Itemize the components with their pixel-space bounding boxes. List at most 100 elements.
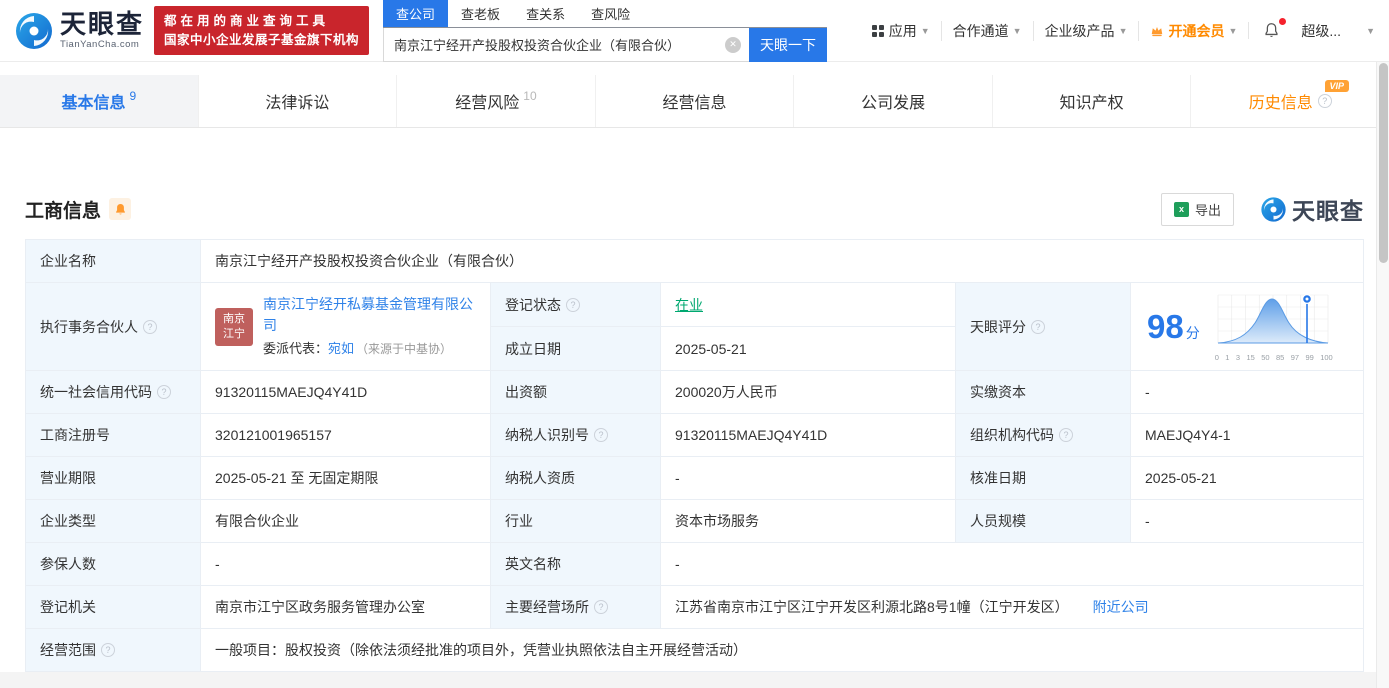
logo-title: 天眼查 [60,9,145,40]
tab-count: 9 [129,89,137,103]
tab-basic-info[interactable]: 基本信息 9 [0,75,199,127]
field-value-reg-number: 320121001965157 [201,414,491,457]
apps-grid-icon [871,24,884,37]
field-value-taxpayer-quality: - [661,457,956,500]
tab-business-info[interactable]: 经营信息 [596,75,795,127]
field-value-staff-size: - [1131,500,1364,543]
menu-enterprise-label: 企业级产品 [1044,22,1115,39]
notification-dot [1279,18,1287,25]
chevron-down-icon [1013,26,1022,36]
field-value-credit-code: 91320115MAEJQ4Y41D [201,371,491,414]
field-label-executive-partner: 执行事务合伙人 [26,283,201,371]
help-icon[interactable] [594,428,608,442]
partner-company-link[interactable]: 南京江宁经开私募基金管理有限公司 [263,294,476,336]
field-value-company-type: 有限合伙企业 [201,500,491,543]
tianyancha-logo[interactable]: 天眼查 TianYanCha.com [14,11,144,51]
tab-label: 法律诉讼 [265,95,330,112]
subscribe-bell-chip[interactable] [109,198,132,220]
tab-label: 公司发展 [861,95,926,112]
tab-company-development[interactable]: 公司发展 [794,75,993,127]
menu-super-label: 超级... [1301,22,1342,39]
help-icon[interactable] [1059,428,1073,442]
chevron-down-icon [1228,26,1237,36]
help-icon[interactable] [143,319,157,334]
bell-icon [115,203,125,214]
export-label: 导出 [1194,202,1221,218]
search-button[interactable]: 天眼一下 [749,27,828,62]
field-value-business-site: 江苏省南京市江宁区江宁开发区利源北路8号1幢（江宁开发区） 附近公司 [661,586,1364,629]
main-content: 工商信息 导出 天眼查 企业名称 南京江宁经开产投股权投资合伙企业（有限合伙） … [0,192,1389,672]
search-tab-boss[interactable]: 查老板 [448,0,513,27]
menu-super-vip[interactable]: 超级... [1290,21,1352,41]
field-label-english-name: 英文名称 [491,543,661,586]
menu-apps[interactable]: 应用 [861,21,941,41]
field-label-insured-count: 参保人数 [26,543,201,586]
help-icon[interactable] [566,297,580,312]
crown-icon [1150,24,1164,38]
score-value: 98 [1147,308,1184,345]
field-label-business-site: 主要经营场所 [491,586,661,629]
notification-bell[interactable] [1248,18,1290,39]
field-value-tyc-score: 98 分 0 1 3 15 50 85 97 99 100 [1131,283,1364,371]
field-label-company-type: 企业类型 [26,500,201,543]
field-value-insured-count: - [201,543,491,586]
menu-apps-label: 应用 [888,22,917,39]
tab-history-info[interactable]: VIP 历史信息 [1191,75,1389,127]
field-value-taxpayer-id: 91320115MAEJQ4Y41D [661,414,956,457]
field-value-org-code: MAEJQ4Y4-1 [1131,414,1364,457]
help-icon[interactable] [157,385,171,399]
partner-company-logo[interactable]: 南京 江宁 [215,307,253,346]
tab-legal-proceedings[interactable]: 法律诉讼 [199,75,398,127]
rep-name-link[interactable]: 宛如 [328,339,354,359]
field-label-taxpayer-quality: 纳税人资质 [491,457,661,500]
page-bottom-strip [0,672,1389,688]
help-icon[interactable] [1317,94,1332,108]
nearby-companies-link[interactable]: 附近公司 [1093,597,1149,617]
excel-icon [1173,201,1189,217]
score-distribution-chart[interactable]: 0 1 3 15 50 85 97 99 100 [1214,291,1334,362]
field-value-english-name: - [661,543,1364,586]
clear-search-icon[interactable] [725,36,742,53]
tab-label: 经营信息 [662,95,727,112]
export-button[interactable]: 导出 [1160,192,1234,226]
logo-domain: TianYanCha.com [60,39,140,51]
rep-source: （来源于中基协） [356,342,453,356]
business-registration-table: 企业名称 南京江宁经开产投股权投资合伙企业（有限合伙） 执行事务合伙人 南京 江… [25,239,1364,672]
field-value-reg-authority: 南京市江宁区政务服务管理办公室 [201,586,491,629]
help-icon[interactable] [594,600,608,614]
field-value-business-term: 2025-05-21 至 无固定期限 [201,457,491,500]
menu-membership-label: 开通会员 [1168,22,1225,39]
field-value-establish-date: 2025-05-21 [661,327,956,371]
search-tab-relation[interactable]: 查关系 [513,0,578,27]
help-icon[interactable] [1031,319,1045,334]
field-label-business-scope: 经营范围 [26,629,201,672]
menu-enterprise-products[interactable]: 企业级产品 [1032,20,1139,41]
field-value-reg-status: 在业 [661,283,956,327]
chevron-down-icon [1119,26,1128,36]
field-label-reg-authority: 登记机关 [26,586,201,629]
score-curve-svg [1217,293,1329,344]
tab-label: 知识产权 [1059,95,1124,112]
field-label-staff-size: 人员规模 [956,500,1131,543]
search-tab-company[interactable]: 查公司 [383,0,449,27]
section-title: 工商信息 [25,200,102,222]
field-label-paid-capital: 实缴资本 [956,371,1131,414]
tab-intellectual-property[interactable]: 知识产权 [993,75,1192,127]
scrollbar-track[interactable] [1376,62,1389,688]
tab-operating-risk[interactable]: 经营风险 10 [397,75,596,127]
menu-open-membership[interactable]: 开通会员 [1138,20,1248,41]
search-tab-risk[interactable]: 查风险 [578,0,643,27]
status-link[interactable]: 在业 [675,295,703,315]
menu-cooperation[interactable]: 合作通道 [940,20,1033,41]
help-icon[interactable] [101,643,115,657]
slogan-line2: 国家中小企业发展子基金旗下机构 [164,32,360,47]
menu-cooperation-label: 合作通道 [952,22,1009,39]
tianyancha-swirl-icon [1261,196,1286,222]
field-label-company-name: 企业名称 [26,240,201,283]
chevron-down-icon[interactable] [1366,26,1375,36]
tab-label: 经营风险 [455,95,520,112]
search-input[interactable] [383,27,750,62]
status-date-stack: 登记状态 在业 成立日期 2025-05-21 [491,283,956,371]
vip-badge: VIP [1324,80,1350,92]
scrollbar-thumb[interactable] [1379,63,1388,263]
